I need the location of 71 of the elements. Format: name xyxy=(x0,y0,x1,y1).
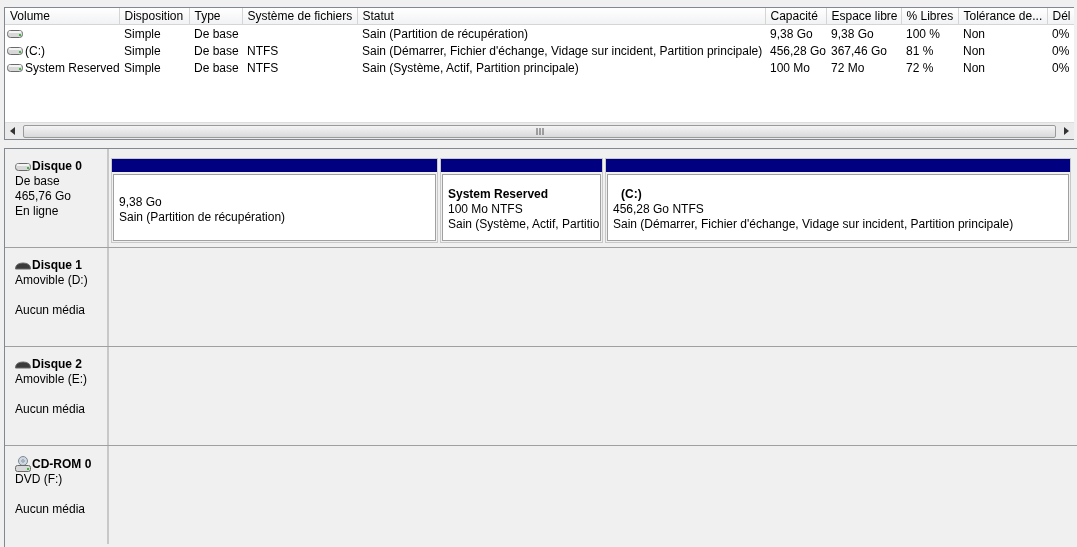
table-cell: 9,38 Go xyxy=(770,26,813,41)
drive-icon xyxy=(15,261,31,270)
drive-icon xyxy=(15,360,31,369)
table-cell: 100 % xyxy=(906,26,941,41)
table-cell: Non xyxy=(963,60,985,75)
table-cell: 72 % xyxy=(906,60,934,75)
optical-drive-icon xyxy=(15,456,31,472)
table-cell: Non xyxy=(963,26,985,41)
column-header[interactable]: Disposition xyxy=(119,8,189,25)
table-cell: Sain (Démarrer, Fichier d'échange, Vidage sur incident, Partition principale) xyxy=(362,43,763,58)
table-cell: Non xyxy=(963,43,985,58)
column-header[interactable]: Statut xyxy=(357,8,765,25)
table-cell: Simple xyxy=(124,43,161,58)
disk-media-status: Aucun média xyxy=(15,502,87,517)
disk-name: CD-ROM 0 xyxy=(32,456,92,472)
disk-type: DVD (F:) xyxy=(15,472,64,487)
volume-name: System Reserved xyxy=(25,60,119,75)
table-cell: NTFS xyxy=(247,43,279,58)
partition-block[interactable]: System Reserved 100 Mo NTFS Sain (Système, Actif, Partitio xyxy=(440,158,603,243)
drive-icon xyxy=(7,45,23,56)
column-header[interactable]: Tolérance de... xyxy=(958,8,1047,25)
column-header[interactable]: Dél xyxy=(1047,8,1074,25)
table-cell: Simple xyxy=(124,60,161,75)
partition-size: 100 Mo NTFS xyxy=(448,202,524,217)
drive-icon xyxy=(7,62,23,73)
disk-info: De base xyxy=(15,174,61,189)
column-header[interactable]: Espace libre xyxy=(826,8,901,25)
table-cell: 456,28 Go xyxy=(770,43,826,58)
horizontal-scrollbar[interactable] xyxy=(5,122,1074,139)
disk-name: Disque 0 xyxy=(32,159,82,174)
table-cell: 0% xyxy=(1052,26,1070,41)
column-header[interactable]: Système de fichiers xyxy=(242,8,357,25)
disk-info: En ligne xyxy=(15,204,60,219)
disk-media-status: Aucun média xyxy=(15,402,87,417)
table-cell: De base xyxy=(194,60,239,75)
table-cell: 0% xyxy=(1052,43,1070,58)
partition-status: Sain (Partition de récupération) xyxy=(119,209,287,225)
partition-block[interactable]: (C:) 456,28 Go NTFS Sain (Démarrer, Fichier d'échange, Vidage sur incident, Partition principale) xyxy=(605,158,1071,243)
drive-icon xyxy=(7,28,23,39)
disk-name: Disque 2 xyxy=(32,357,82,372)
partition-name: System Reserved xyxy=(448,187,550,202)
table-cell: 81 % xyxy=(906,43,934,58)
drive-icon xyxy=(15,161,31,172)
column-header[interactable]: Volume xyxy=(5,8,119,25)
partition-status: Sain (Démarrer, Fichier d'échange, Vidage sur incident, Partition principale) xyxy=(613,217,1015,232)
grip-icon xyxy=(535,127,544,135)
column-header[interactable]: % Libres xyxy=(901,8,958,25)
partition-name: (C:) xyxy=(620,187,643,202)
disk-info: 465,76 Go xyxy=(15,189,73,204)
column-header[interactable]: Type xyxy=(189,8,242,25)
partition-size: 9,38 Go xyxy=(119,194,163,210)
scrollbar-thumb[interactable] xyxy=(23,124,1056,138)
table-cell: 367,46 Go xyxy=(831,43,888,58)
table-cell: De base xyxy=(194,43,239,58)
volume-name: (C:) xyxy=(25,43,45,58)
table-cell: De base xyxy=(194,26,239,41)
table-cell: NTFS xyxy=(247,60,279,75)
disk-media-status: Aucun média xyxy=(15,303,87,318)
partition-size: 456,28 Go NTFS xyxy=(613,202,705,217)
column-header[interactable]: Capacité xyxy=(765,8,826,25)
table-cell: Simple xyxy=(124,26,161,41)
table-cell: Sain (Système, Actif, Partition principale) xyxy=(362,60,579,75)
disk-type: Amovible (E:) xyxy=(15,372,89,387)
table-cell: Sain (Partition de récupération) xyxy=(362,26,529,41)
table-cell: 0% xyxy=(1052,60,1070,75)
table-cell: 100 Mo xyxy=(770,60,811,75)
table-cell: 9,38 Go xyxy=(831,26,874,41)
disk-type: Amovible (D:) xyxy=(15,273,89,288)
disk-name: Disque 1 xyxy=(32,258,82,273)
table-cell: 72 Mo xyxy=(831,60,865,75)
partition-block[interactable]: 9,38 Go Sain (Partition de récupération) xyxy=(111,158,438,243)
